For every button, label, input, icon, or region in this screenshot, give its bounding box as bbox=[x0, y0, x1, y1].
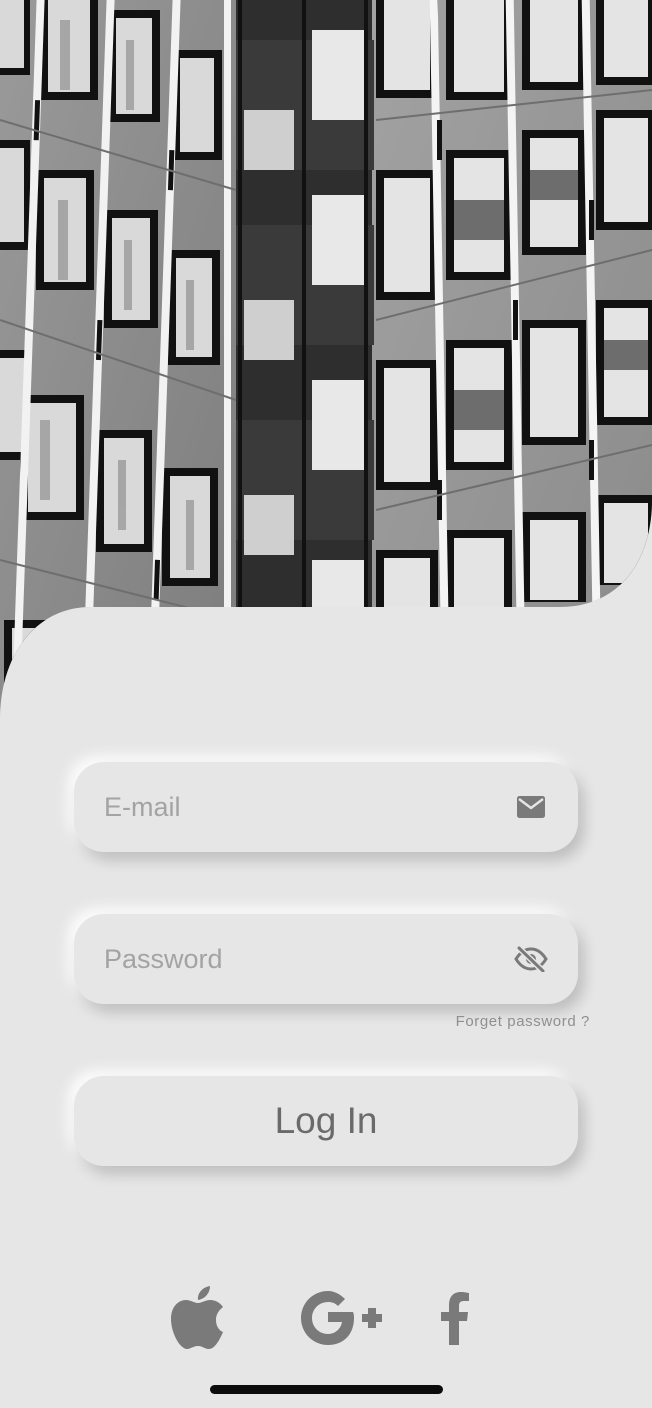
facebook-icon bbox=[441, 1292, 469, 1345]
email-field[interactable] bbox=[74, 762, 578, 852]
facebook-login-button[interactable] bbox=[432, 1282, 478, 1354]
apple-icon bbox=[171, 1286, 223, 1349]
google-plus-icon bbox=[301, 1291, 382, 1345]
password-field[interactable] bbox=[74, 914, 578, 1004]
envelope-icon bbox=[514, 790, 548, 824]
apple-login-button[interactable] bbox=[166, 1282, 230, 1354]
forgot-password-link[interactable]: Forget password ? bbox=[456, 1013, 590, 1030]
hero-building-image bbox=[0, 0, 652, 740]
email-input[interactable] bbox=[104, 791, 514, 823]
home-indicator[interactable] bbox=[210, 1385, 443, 1394]
password-input[interactable] bbox=[104, 943, 514, 975]
eye-off-icon[interactable] bbox=[514, 942, 548, 976]
google-plus-login-button[interactable] bbox=[298, 1282, 384, 1354]
login-button[interactable]: Log In bbox=[74, 1076, 578, 1166]
